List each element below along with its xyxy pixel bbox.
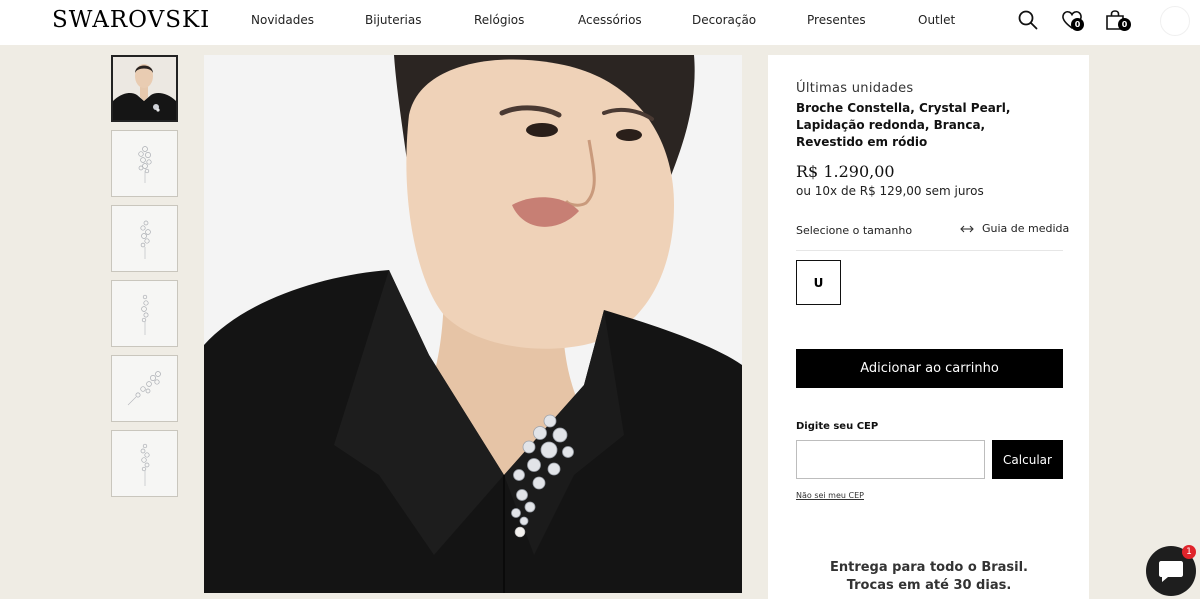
unknown-cep-link[interactable]: Não sei meu CEP — [796, 491, 864, 500]
stock-status: Últimas unidades — [796, 81, 914, 96]
resize-arrows-icon — [960, 225, 974, 232]
calculate-button[interactable]: Calcular — [992, 440, 1063, 479]
size-guide-label: Guia de medida — [982, 222, 1070, 235]
installments-text: ou 10x de R$ 129,00 sem juros — [796, 184, 984, 198]
chat-bubble-icon — [1159, 561, 1183, 582]
nav-decoracao[interactable]: Decoração — [692, 13, 756, 27]
thumbnail-brooch-1[interactable] — [111, 130, 178, 197]
add-to-cart-button[interactable]: Adicionar ao carrinho — [796, 349, 1063, 388]
thumbnail-brooch-5[interactable] — [111, 430, 178, 497]
thumbnail-brooch-4[interactable] — [111, 355, 178, 422]
product-info-panel: Últimas unidades Broche Constella, Cryst… — [768, 55, 1089, 599]
nav-relogios[interactable]: Relógios — [474, 13, 524, 27]
main-product-image[interactable] — [204, 55, 742, 593]
nav-bijuterias[interactable]: Bijuterias — [365, 13, 421, 27]
swarovski-logo[interactable]: SWAROVSKI — [52, 7, 210, 33]
delivery-info: Entrega para todo o Brasil. Trocas em at… — [829, 560, 1028, 593]
site-header: SWAROVSKI Novidades Bijuterias Relógios … — [0, 0, 1200, 45]
search-icon[interactable] — [1017, 9, 1039, 31]
product-name: Broche Constella, Crystal Pearl, Lapidaç… — [796, 101, 1011, 149]
nav-presentes[interactable]: Presentes — [807, 13, 866, 27]
nav-acessorios[interactable]: Acessórios — [578, 13, 642, 27]
user-icon[interactable] — [1160, 6, 1190, 36]
thumbnail-model[interactable] — [111, 55, 178, 122]
thumbnail-brooch-2[interactable] — [111, 205, 178, 272]
select-size-label: Selecione o tamanho — [796, 224, 913, 237]
cep-input[interactable] — [796, 440, 985, 479]
chat-notification-badge: 1 — [1182, 545, 1196, 559]
nav-outlet[interactable]: Outlet — [918, 13, 955, 27]
divider — [796, 250, 1063, 251]
thumbnail-brooch-3[interactable] — [111, 280, 178, 347]
size-guide-link[interactable]: Guia de medida — [960, 222, 1069, 235]
cep-label: Digite seu CEP — [796, 421, 879, 432]
size-option-u[interactable]: U — [796, 260, 841, 305]
product-price: R$ 1.290,00 — [796, 162, 895, 181]
wishlist-count-badge: 0 — [1071, 18, 1084, 31]
nav-novidades[interactable]: Novidades — [251, 13, 314, 27]
cart-count-badge: 0 — [1118, 18, 1131, 31]
